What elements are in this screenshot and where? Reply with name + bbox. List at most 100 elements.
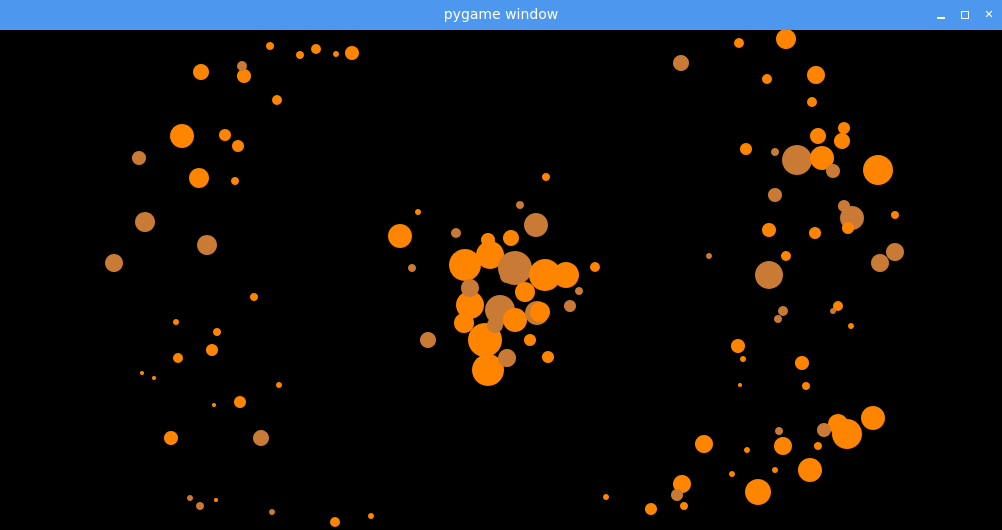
particle (193, 64, 209, 80)
particle (603, 494, 609, 500)
close-icon: ✕ (984, 8, 994, 21)
particle (170, 124, 194, 148)
particle (132, 151, 146, 165)
particle (755, 261, 783, 289)
particle (706, 253, 712, 259)
particle (231, 177, 239, 185)
particle (762, 223, 776, 237)
particle (368, 513, 374, 519)
particle (564, 300, 576, 312)
particle (838, 122, 850, 134)
particle (237, 61, 247, 71)
particle (516, 201, 524, 209)
particle (828, 414, 848, 434)
particle (164, 431, 178, 445)
particle (590, 262, 600, 272)
particle (830, 308, 836, 314)
particle (196, 502, 204, 510)
particle (197, 235, 217, 255)
particle (487, 317, 503, 333)
particle (481, 233, 495, 247)
particle (814, 442, 822, 450)
particle (695, 435, 713, 453)
particle (173, 319, 179, 325)
particle (772, 467, 778, 473)
particle (461, 279, 479, 297)
particle (774, 315, 782, 323)
particle (842, 222, 854, 234)
particle (330, 517, 340, 527)
particle (738, 383, 742, 387)
particle (645, 503, 657, 515)
close-button[interactable]: ✕ (982, 8, 996, 22)
particle (503, 230, 519, 246)
particle (105, 254, 123, 272)
particle (848, 323, 854, 329)
particle (673, 55, 689, 71)
particle (187, 495, 193, 501)
particle (415, 209, 421, 215)
particle (451, 228, 461, 238)
particle (778, 306, 788, 316)
particle (250, 293, 258, 301)
particle (333, 51, 339, 57)
particle (680, 502, 688, 510)
minimize-icon (937, 17, 945, 19)
particle (575, 287, 583, 295)
particle (886, 243, 904, 261)
particle-layer (105, 30, 904, 527)
particle (781, 251, 791, 261)
particle (671, 489, 683, 501)
window-title: pygame window (443, 7, 559, 23)
particle (834, 133, 850, 149)
particle (135, 212, 155, 232)
particle (345, 46, 359, 60)
particle (810, 128, 826, 144)
particle (871, 254, 889, 272)
particle (861, 406, 885, 430)
maximize-icon (961, 11, 969, 19)
particle (731, 339, 745, 353)
particle (809, 227, 821, 239)
particle (237, 69, 251, 83)
particle (729, 471, 735, 477)
particle (311, 44, 321, 54)
particle (807, 97, 817, 107)
particle (388, 224, 412, 248)
particle (745, 479, 771, 505)
maximize-button[interactable] (958, 8, 972, 22)
particle (802, 382, 810, 390)
particle (232, 140, 244, 152)
particle (762, 74, 772, 84)
particle (500, 269, 514, 283)
particle (795, 356, 809, 370)
particle (775, 427, 783, 435)
particle (530, 302, 550, 322)
particle (276, 382, 282, 388)
particle (768, 188, 782, 202)
particle (296, 51, 304, 59)
particle (272, 95, 282, 105)
particle (515, 282, 535, 302)
particle (524, 334, 536, 346)
particle (826, 164, 840, 178)
particle (212, 403, 216, 407)
particle (542, 173, 550, 181)
particle (234, 396, 246, 408)
particle (420, 332, 436, 348)
titlebar[interactable]: pygame window ✕ (0, 0, 1002, 30)
particle (253, 430, 269, 446)
particle (219, 129, 231, 141)
particle (740, 143, 752, 155)
particle (498, 349, 516, 367)
particle (206, 344, 218, 356)
particle (863, 155, 893, 185)
particle (140, 371, 144, 375)
minimize-button[interactable] (934, 8, 948, 22)
particle (152, 376, 156, 380)
game-canvas[interactable] (0, 30, 1002, 530)
particle (269, 509, 275, 515)
particle (734, 38, 744, 48)
particle (798, 458, 822, 482)
particle (891, 211, 899, 219)
